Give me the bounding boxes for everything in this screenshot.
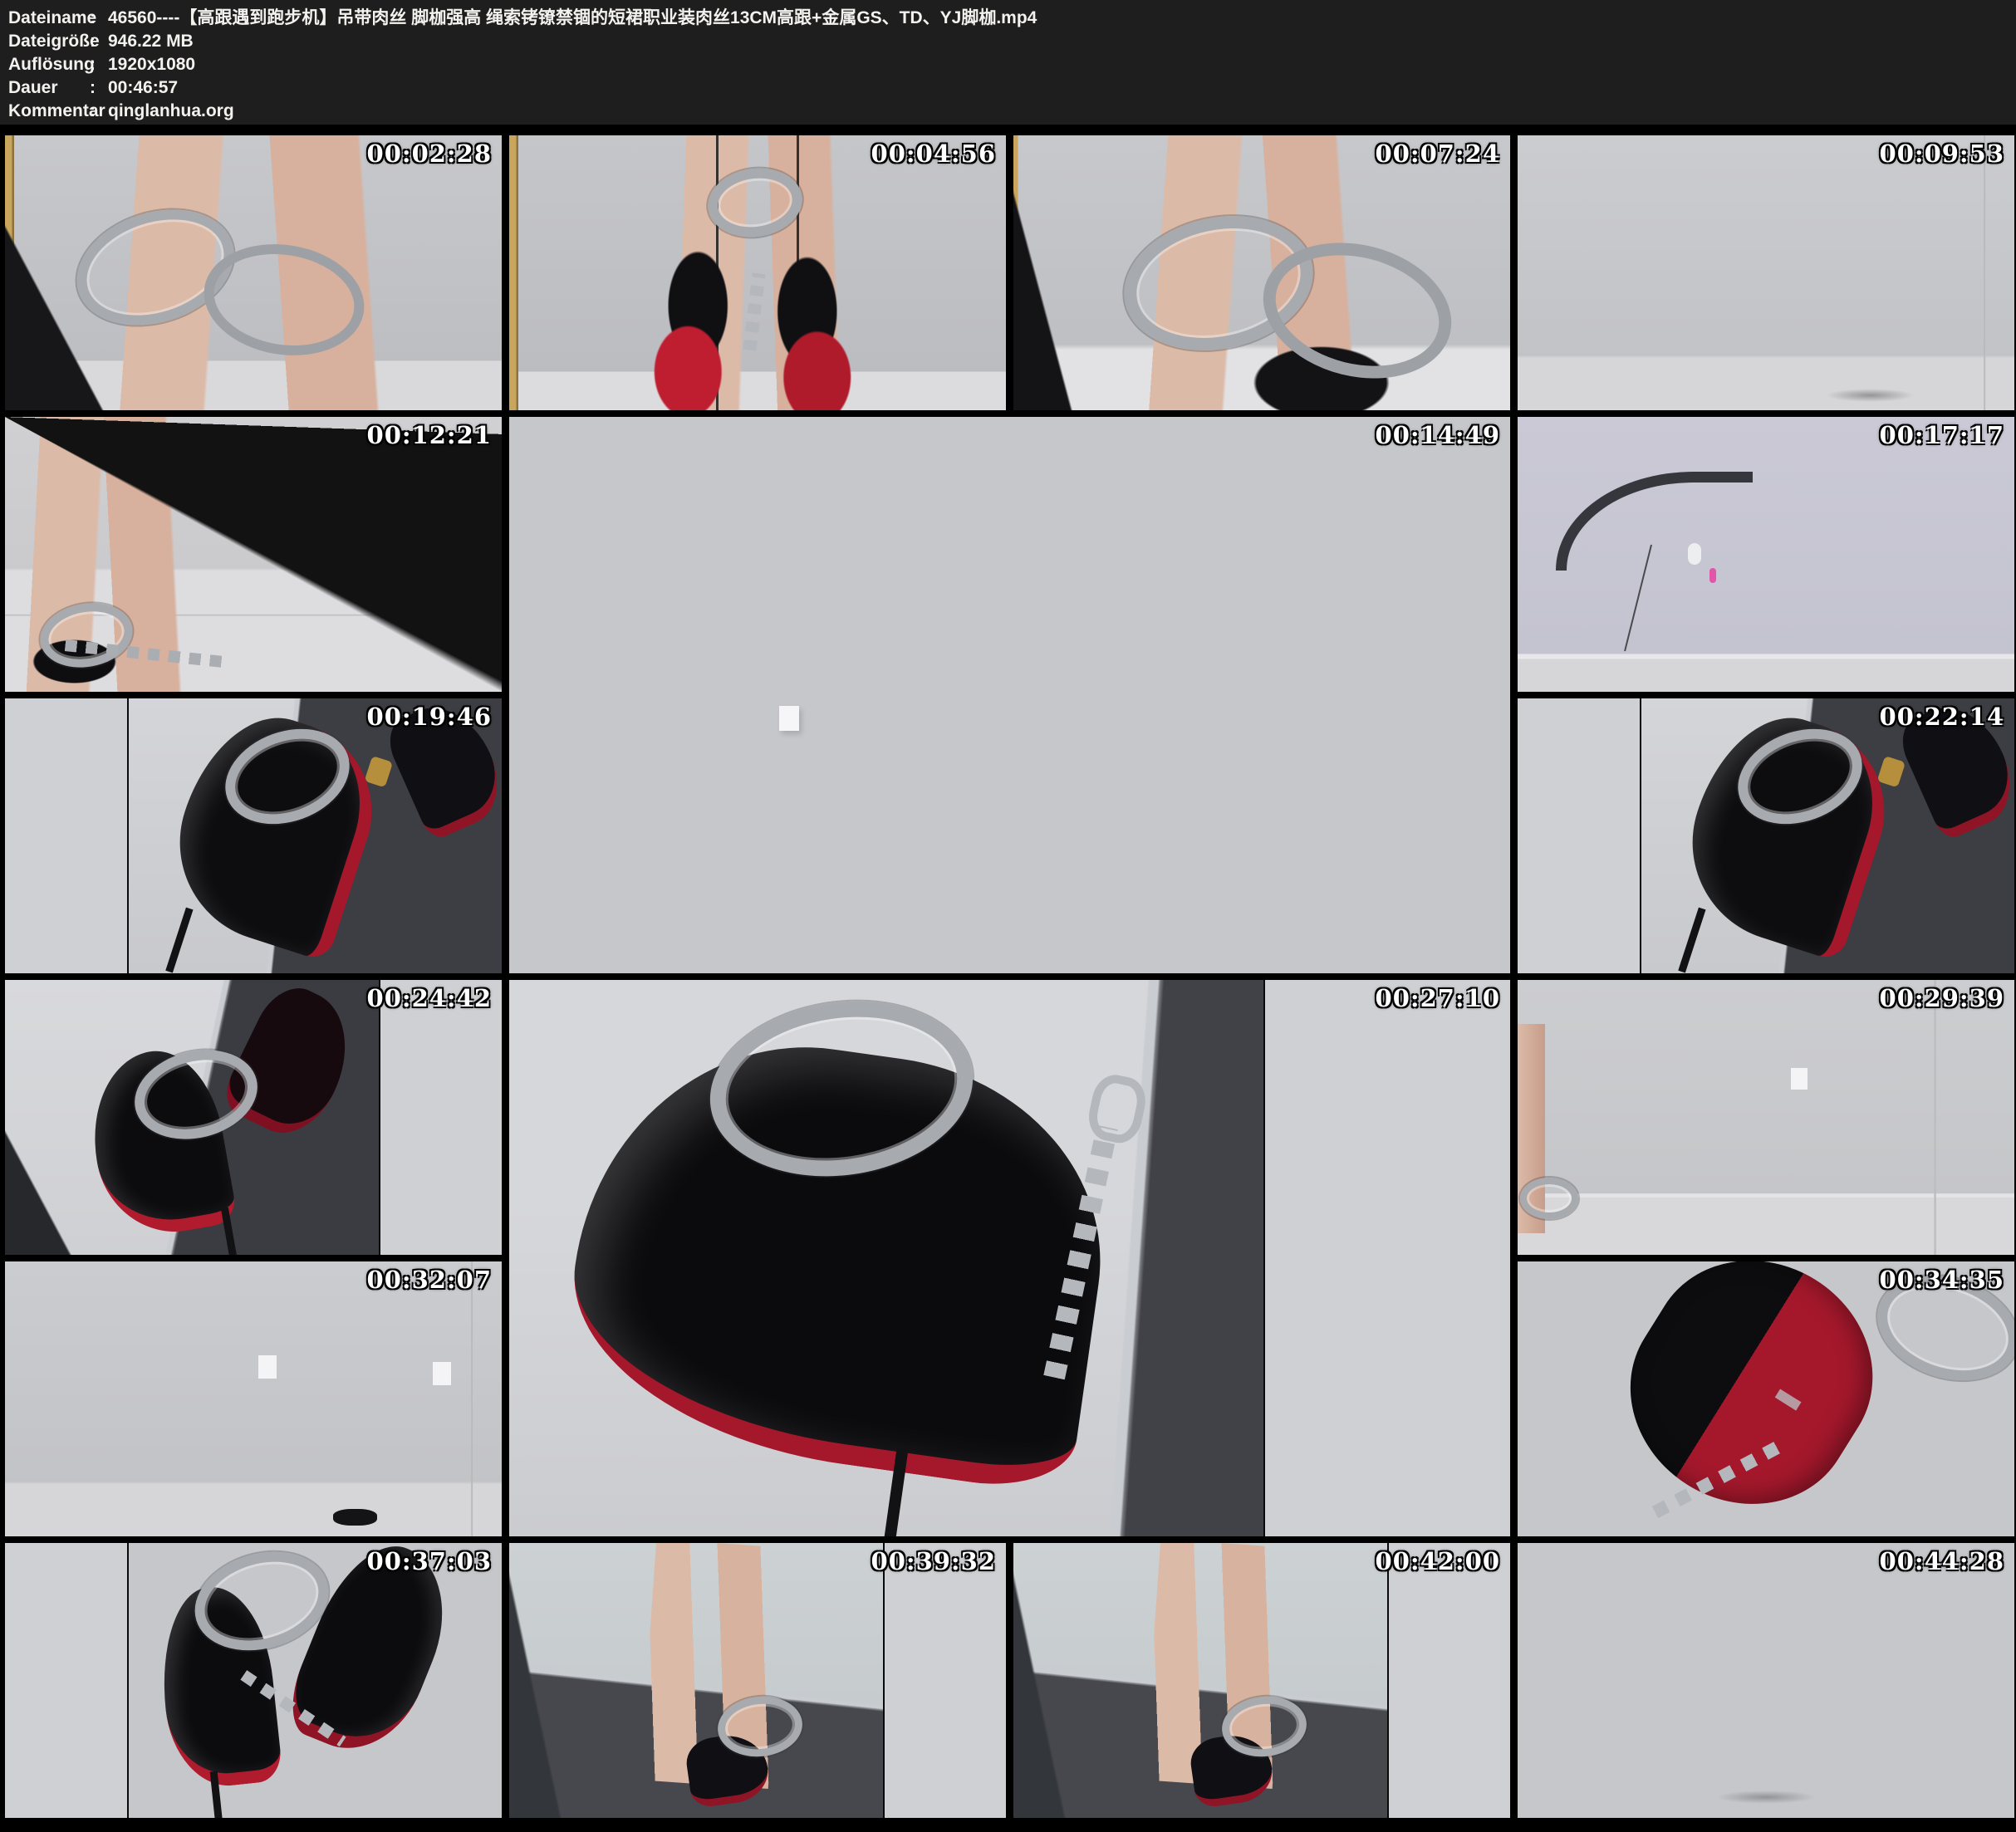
timestamp-overlay: 00:22:14 xyxy=(1880,703,2004,731)
video-thumbnail: 00:42:00 xyxy=(1013,1543,1510,1818)
metadata-value: 46560----【高跟遇到跑步机】吊带肉丝 脚枷强高 绳索铐镣禁锢的短裙职业装… xyxy=(108,7,1037,30)
timestamp-overlay: 00:37:03 xyxy=(367,1547,492,1575)
pip-inset xyxy=(885,1543,1007,1818)
pip-inset xyxy=(5,1543,127,1818)
metadata-label: Kommentar xyxy=(8,100,90,123)
pip-inset xyxy=(1265,980,1510,1536)
spreader-figure-art2 xyxy=(1721,1686,1811,1801)
standing-figure-center-art2 xyxy=(333,1509,378,1526)
timestamp-overlay: 00:24:42 xyxy=(367,984,492,1012)
bound-figure-front-art xyxy=(934,417,1085,728)
video-thumbnail: 00:04:56 xyxy=(509,135,1006,410)
video-thumbnail: 00:07:24 xyxy=(1013,135,1510,410)
heel-closeup-inset-right-art2 xyxy=(217,980,369,1149)
video-thumbnail: 00:29:39 xyxy=(1518,980,2014,1255)
video-thumbnail: 00:09:53 xyxy=(1518,135,2014,410)
video-thumbnail: 00:24:42 xyxy=(5,980,502,1255)
pip-inset xyxy=(5,698,127,973)
video-thumbnail: 00:02:28 xyxy=(5,135,502,410)
metadata-row: Dauer:00:46:57 xyxy=(8,76,2016,100)
standing-figure-right-art xyxy=(1836,152,1901,394)
timestamp-overlay: 00:42:00 xyxy=(1376,1547,1500,1575)
metadata-value: 1920x1080 xyxy=(108,53,195,76)
bound-figure-front-art2 xyxy=(967,723,1053,952)
metadata-label: Dateigröße xyxy=(8,30,90,53)
video-thumbnail: 00:19:46 xyxy=(5,698,502,973)
pip-inset xyxy=(1389,1543,1511,1818)
metadata-value: 946.22 MB xyxy=(108,30,194,53)
metadata-separator: : xyxy=(90,76,108,100)
metadata-separator: : xyxy=(90,30,108,53)
metadata-row: Dateigröße:946.22 MB xyxy=(8,30,2016,53)
video-thumbnail: 00:22:14 xyxy=(1518,698,2014,973)
metadata-row: Kommentar:qinglanhua.org xyxy=(8,100,2016,123)
metadata-separator: : xyxy=(90,7,108,30)
metadata-value: 00:46:57 xyxy=(108,76,178,100)
pip-inset xyxy=(380,980,503,1255)
metadata-row: Dateiname:46560----【高跟遇到跑步机】吊带肉丝 脚枷强高 绳索… xyxy=(8,7,2016,30)
shoe-macro-inset-right-art xyxy=(553,1018,1126,1496)
video-thumbnail: 00:12:21 xyxy=(5,417,502,692)
video-thumbnail: 00:14:49 xyxy=(509,417,1510,973)
contact-sheet-page: { "header": { "rows": [ {"label": "Datei… xyxy=(0,0,2016,1832)
timestamp-overlay: 00:17:17 xyxy=(1880,421,2004,449)
heel-closeup-figure-left-art xyxy=(1667,698,1908,963)
metadata-label: Dateiname xyxy=(8,7,90,30)
video-thumbnail: 00:32:07 xyxy=(5,1261,502,1536)
video-thumbnail: 00:27:10 xyxy=(509,980,1510,1536)
timestamp-overlay: 00:07:24 xyxy=(1376,140,1500,168)
timestamp-overlay: 00:09:53 xyxy=(1880,140,2004,168)
timestamp-overlay: 00:02:28 xyxy=(367,140,492,168)
video-thumbnail: 00:39:32 xyxy=(509,1543,1006,1818)
metadata-separator: : xyxy=(90,100,108,123)
timestamp-overlay: 00:19:46 xyxy=(367,703,492,731)
video-thumbnail: 00:17:17 xyxy=(1518,417,2014,692)
timestamp-overlay: 00:04:56 xyxy=(871,140,996,168)
timestamp-overlay: 00:44:28 xyxy=(1880,1547,2004,1575)
heel-closeup-figure-left-art xyxy=(155,698,395,963)
metadata-label: Auflösung xyxy=(8,53,90,76)
heel-closeup-inset-right-art xyxy=(80,1041,238,1244)
timestamp-overlay: 00:14:49 xyxy=(1376,421,1500,449)
timestamp-overlay: 00:27:10 xyxy=(1376,984,1500,1012)
metadata-label: Dauer xyxy=(8,76,90,100)
pip-inset xyxy=(1518,698,1640,973)
timestamp-overlay: 00:12:21 xyxy=(367,421,492,449)
metadata-separator: : xyxy=(90,53,108,76)
heel-closeup-inset-left-art2 xyxy=(277,1543,467,1769)
thumbnail-grid: 00:02:28 00:04:56 00:07:24 00:09:53 00:12:21… xyxy=(0,125,2016,1832)
treadmill-side-view-art2 xyxy=(1776,463,1826,644)
timestamp-overlay: 00:34:35 xyxy=(1880,1266,2004,1294)
heel-closeup-inset-left-art xyxy=(154,1582,283,1792)
metadata-value: qinglanhua.org xyxy=(108,100,234,123)
treadmill-side-view-art xyxy=(1552,463,1911,673)
metadata-row: Auflösung:1920x1080 xyxy=(8,53,2016,76)
timestamp-overlay: 00:29:39 xyxy=(1880,984,2004,1012)
video-thumbnail: 00:44:28 xyxy=(1518,1543,2014,1818)
standing-figure-center-art xyxy=(134,1276,204,1523)
metadata-header: Dateiname:46560----【高跟遇到跑步机】吊带肉丝 脚枷强高 绳索… xyxy=(0,0,2016,125)
timestamp-overlay: 00:32:07 xyxy=(367,1266,492,1294)
video-thumbnail: 00:34:35 xyxy=(1518,1261,2014,1536)
sole-macro-art xyxy=(1590,1261,1912,1536)
video-thumbnail: 00:37:03 xyxy=(5,1543,502,1818)
timestamp-overlay: 00:39:32 xyxy=(871,1547,996,1575)
empty-room-leg-left-art xyxy=(1518,1024,1545,1233)
